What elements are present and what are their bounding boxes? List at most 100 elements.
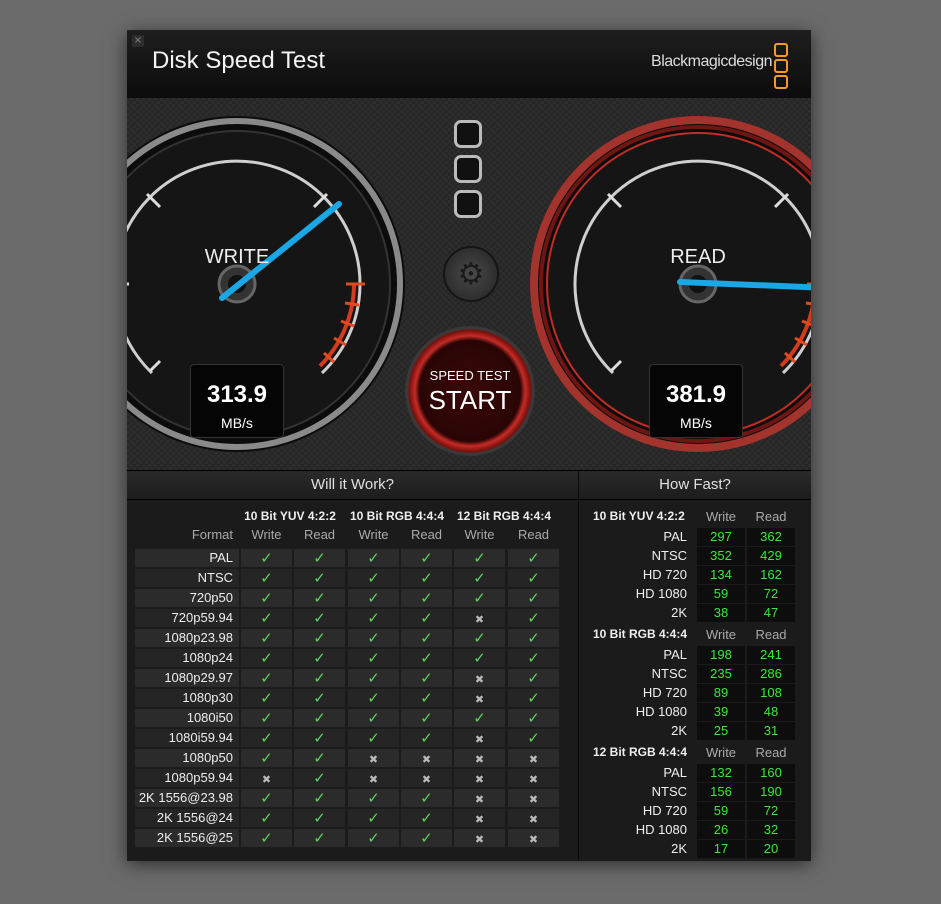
read-fps-value: 160 (747, 764, 795, 782)
check-icon: ✓ (313, 769, 326, 787)
write-fps-value: 198 (697, 646, 745, 664)
blackmagic-logo-icon (454, 120, 482, 225)
speed-row-label: HD 1080 (635, 822, 687, 837)
compatibility-cell: ✓ (294, 649, 345, 667)
check-icon: ✓ (313, 609, 326, 627)
check-icon: ✓ (260, 689, 273, 707)
brand-logo-icon (774, 43, 788, 91)
write-fps-value: 297 (697, 528, 745, 546)
compatibility-cell: ✓ (508, 629, 559, 647)
compatibility-cell: ✖ (454, 829, 505, 847)
read-fps-value: 72 (747, 802, 795, 820)
compatibility-cell: ✖ (401, 749, 452, 767)
cross-icon: ✖ (474, 773, 485, 786)
read-fps-value: 31 (747, 722, 795, 740)
write-column-header: Write (705, 745, 737, 760)
column-subheader: Read (517, 527, 550, 542)
compatibility-cell: ✓ (348, 689, 399, 707)
compatibility-cell: ✓ (294, 629, 345, 647)
cross-icon: ✖ (421, 753, 432, 766)
check-icon: ✓ (367, 809, 380, 827)
write-column-header: Write (705, 509, 737, 524)
check-icon: ✓ (420, 689, 433, 707)
write-speed-unit: MB/s (221, 415, 253, 431)
cross-icon: ✖ (474, 733, 485, 746)
check-icon: ✓ (367, 729, 380, 747)
check-icon: ✓ (367, 629, 380, 647)
compatibility-cell: ✓ (401, 569, 452, 587)
read-speed-value: 381.9 (665, 381, 727, 408)
compatibility-cell: ✓ (508, 569, 559, 587)
start-button[interactable]: SPEED TEST START (405, 326, 535, 456)
write-column-header: Write (705, 627, 737, 642)
title-bar: × Disk Speed Test Blackmagicdesign (127, 30, 811, 99)
close-icon[interactable]: × (132, 35, 144, 47)
check-icon: ✓ (313, 649, 326, 667)
compatibility-cell: ✓ (241, 609, 292, 627)
compatibility-cell: ✓ (348, 669, 399, 687)
read-fps-value: 362 (747, 528, 795, 546)
compatibility-cell: ✓ (241, 669, 292, 687)
read-column-header: Read (755, 745, 787, 760)
format-row-label: 1080p50 (182, 750, 233, 765)
compatibility-cell: ✓ (348, 589, 399, 607)
format-row-label: 2K 1556@24 (156, 810, 233, 825)
cross-icon: ✖ (474, 813, 485, 826)
compatibility-cell: ✓ (508, 589, 559, 607)
compatibility-cell: ✓ (508, 549, 559, 567)
check-icon: ✓ (527, 609, 540, 627)
compatibility-cell: ✓ (241, 729, 292, 747)
format-row-label: NTSC (197, 570, 233, 585)
compatibility-cell: ✓ (401, 729, 452, 747)
check-icon: ✓ (527, 569, 540, 587)
read-fps-value: 20 (747, 840, 795, 858)
format-group-header: 12 Bit RGB 4:4:4 (456, 509, 552, 523)
start-button-label: START (428, 385, 512, 415)
speed-row-label: HD 720 (642, 685, 687, 700)
compatibility-cell: ✖ (348, 769, 399, 787)
results-panel: Will it Work? 10 Bit YUV 4:2:2 10 Bit RGB… (127, 470, 811, 861)
compatibility-cell: ✓ (294, 789, 345, 807)
cross-icon: ✖ (474, 753, 485, 766)
check-icon: ✓ (367, 829, 380, 847)
check-icon: ✓ (260, 749, 273, 767)
speed-row-label: NTSC (651, 548, 687, 563)
check-icon: ✓ (420, 589, 433, 607)
compatibility-cell: ✓ (401, 549, 452, 567)
speed-row-label: HD 1080 (635, 586, 687, 601)
check-icon: ✓ (420, 709, 433, 727)
compatibility-cell: ✓ (294, 749, 345, 767)
compatibility-cell: ✖ (508, 749, 559, 767)
check-icon: ✓ (420, 609, 433, 627)
compatibility-cell: ✓ (454, 569, 505, 587)
check-icon: ✓ (367, 589, 380, 607)
check-icon: ✓ (473, 569, 486, 587)
compatibility-cell: ✓ (401, 709, 452, 727)
speed-row-label: NTSC (651, 666, 687, 681)
cross-icon: ✖ (368, 773, 379, 786)
check-icon: ✓ (527, 629, 540, 647)
write-fps-value: 38 (697, 604, 745, 622)
compatibility-cell: ✓ (241, 589, 292, 607)
compatibility-cell: ✖ (508, 769, 559, 787)
check-icon: ✓ (260, 569, 273, 587)
settings-gear-icon[interactable]: ⚙ (443, 246, 499, 302)
compatibility-cell: ✓ (294, 609, 345, 627)
check-icon: ✓ (367, 669, 380, 687)
speed-group-header: 12 Bit RGB 4:4:4 (593, 745, 688, 759)
compatibility-cell: ✖ (454, 609, 505, 627)
compatibility-cell: ✖ (454, 749, 505, 767)
format-row-label: 720p50 (189, 590, 233, 605)
format-row-label: PAL (209, 550, 233, 565)
compatibility-cell: ✖ (454, 789, 505, 807)
format-group-header: 10 Bit YUV 4:2:2 (244, 509, 336, 523)
speed-row-label: 2K (671, 605, 687, 620)
read-fps-value: 241 (747, 646, 795, 664)
compatibility-cell: ✖ (454, 729, 505, 747)
compatibility-cell: ✓ (348, 829, 399, 847)
write-fps-value: 39 (697, 703, 745, 721)
compatibility-cell: ✓ (508, 689, 559, 707)
compatibility-cell: ✓ (508, 669, 559, 687)
compatibility-cell: ✖ (508, 789, 559, 807)
app-title: Disk Speed Test (152, 47, 325, 74)
